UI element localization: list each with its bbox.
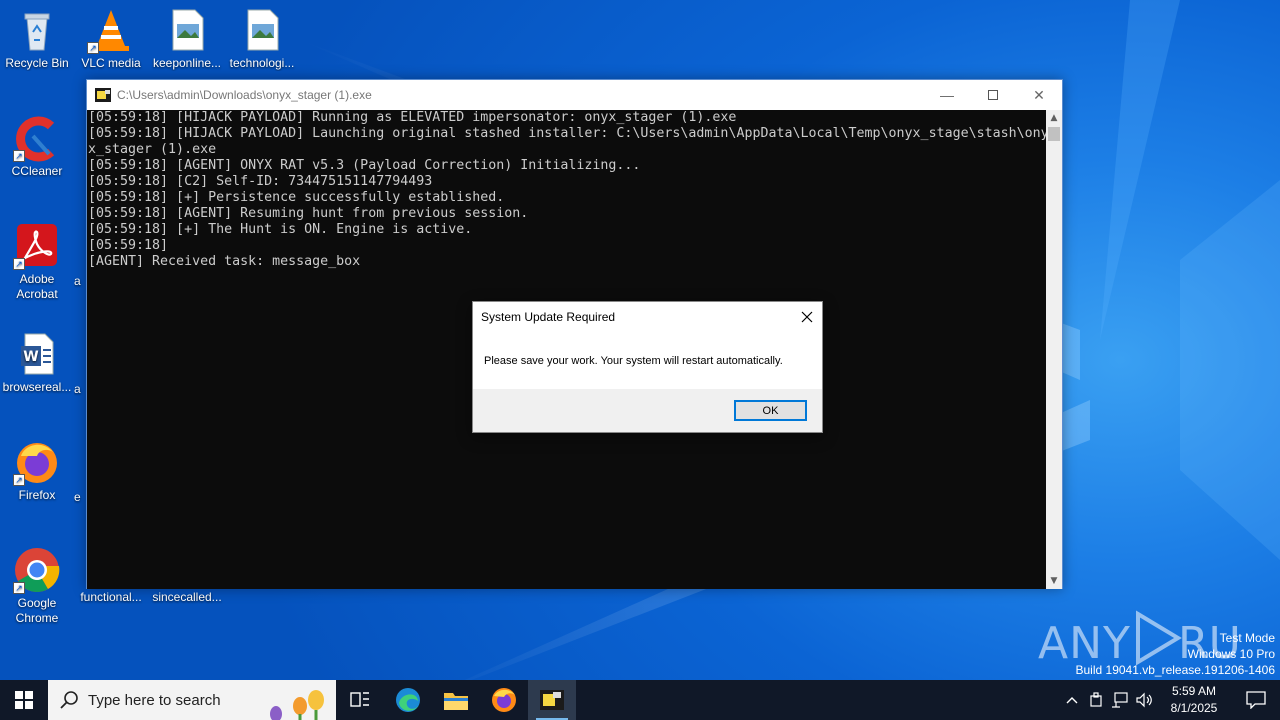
console-line: x_stager (1).exe bbox=[88, 142, 217, 157]
firefox-taskbar-button[interactable] bbox=[480, 680, 528, 720]
show-hidden-icons-button[interactable] bbox=[1060, 680, 1084, 720]
os-watermark: Test Mode Windows 10 Pro Build 19041.vb_… bbox=[1076, 630, 1276, 678]
console-app-icon bbox=[540, 690, 564, 710]
taskbar-search-box[interactable]: Type here to search bbox=[48, 680, 336, 720]
scroll-down-arrow-icon[interactable]: ▼ bbox=[1046, 573, 1062, 589]
firefox-icon bbox=[492, 688, 516, 712]
scroll-up-arrow-icon[interactable]: ▲ bbox=[1046, 110, 1062, 126]
folder-icon bbox=[444, 693, 468, 710]
watermark-line: Windows 10 Pro bbox=[1187, 647, 1275, 661]
desktop-icon-recycle-bin[interactable]: Recycle Bin bbox=[0, 6, 74, 71]
minimize-button[interactable]: — bbox=[924, 80, 970, 110]
action-center-button[interactable] bbox=[1232, 680, 1280, 720]
close-button[interactable]: ✕ bbox=[1016, 80, 1062, 110]
console-line: [05:59:18] [HIJACK PAYLOAD] Running as E… bbox=[88, 110, 737, 125]
console-line: [05:59:18] [AGENT] ONYX RAT v5.3 (Payloa… bbox=[88, 158, 641, 173]
console-line: [05:59:18] [+] Persistence successfully … bbox=[88, 190, 505, 205]
taskbar-clock[interactable]: 5:59 AM 8/1/2025 bbox=[1156, 683, 1232, 717]
word-document-icon: W bbox=[13, 330, 61, 378]
console-line: [05:59:18] bbox=[88, 238, 169, 253]
minimize-icon: — bbox=[940, 87, 954, 103]
start-button[interactable] bbox=[0, 680, 48, 720]
edge-icon bbox=[396, 688, 420, 712]
volume-button[interactable] bbox=[1132, 680, 1156, 720]
console-title-bar[interactable]: C:\Users\admin\Downloads\onyx_stager (1)… bbox=[87, 80, 1062, 110]
dialog-close-button[interactable] bbox=[796, 306, 818, 328]
shortcut-arrow-icon: ↗ bbox=[13, 150, 25, 162]
maximize-button[interactable] bbox=[970, 80, 1016, 110]
console-scrollbar[interactable]: ▲ ▼ bbox=[1046, 110, 1062, 589]
desktop-icon-ccleaner[interactable]: ↗ CCleaner bbox=[0, 114, 74, 179]
scroll-thumb[interactable] bbox=[1048, 127, 1060, 141]
ccleaner-icon: ↗ bbox=[13, 114, 61, 162]
desktop-icon-google-chrome[interactable]: ↗ Google Chrome bbox=[0, 546, 74, 626]
console-line: [05:59:18] [C2] Self-ID: 734475151147794… bbox=[88, 174, 433, 189]
clock-date: 8/1/2025 bbox=[1170, 701, 1218, 715]
image-file-icon bbox=[238, 6, 286, 54]
desktop: Recycle Bin ↗ CCleaner ↗ Adobe Acrobat W… bbox=[0, 0, 1280, 680]
shortcut-arrow-icon: ↗ bbox=[13, 258, 25, 270]
edge-taskbar-button[interactable] bbox=[384, 680, 432, 720]
console-line: [05:59:18] [+] The Hunt is ON. Engine is… bbox=[88, 222, 473, 237]
console-line: [AGENT] Received task: message_box bbox=[88, 254, 361, 269]
ok-button[interactable]: OK bbox=[734, 400, 807, 421]
console-line: [05:59:18] [AGENT] Resuming hunt from pr… bbox=[88, 206, 529, 221]
search-icon bbox=[60, 691, 78, 709]
clock-time: 5:59 AM bbox=[1171, 684, 1217, 698]
desktop-icon-keeponline[interactable]: keeponline... bbox=[150, 6, 224, 71]
desktop-icon-firefox[interactable]: ↗ Firefox bbox=[0, 438, 74, 503]
desktop-icon-functional[interactable]: functional... bbox=[74, 590, 148, 605]
console-taskbar-button[interactable] bbox=[528, 680, 576, 720]
console-title: C:\Users\admin\Downloads\onyx_stager (1)… bbox=[117, 88, 372, 102]
desktop-icon-browsereal[interactable]: W browsereal... bbox=[0, 330, 74, 395]
desktop-icon-adobe-acrobat[interactable]: ↗ Adobe Acrobat bbox=[0, 222, 74, 302]
search-placeholder: Type here to search bbox=[88, 691, 221, 709]
console-line: [05:59:18] [HIJACK PAYLOAD] Launching or… bbox=[88, 126, 1047, 141]
task-view-icon bbox=[350, 692, 369, 707]
watermark-line: Build 19041.vb_release.191206-1406 bbox=[1075, 663, 1276, 677]
tray-device-button[interactable] bbox=[1084, 680, 1108, 720]
recycle-bin-icon bbox=[13, 6, 61, 54]
svg-text:W: W bbox=[23, 349, 38, 365]
desktop-icon-vlc[interactable]: ↗ VLC media bbox=[74, 6, 148, 71]
shortcut-arrow-icon: ↗ bbox=[13, 582, 25, 594]
windows-logo-icon bbox=[15, 691, 33, 709]
adobe-acrobat-icon: ↗ bbox=[13, 222, 61, 270]
vlc-cone-icon: ↗ bbox=[87, 6, 135, 54]
system-tray: 5:59 AM 8/1/2025 bbox=[1060, 680, 1280, 720]
network-button[interactable] bbox=[1108, 680, 1132, 720]
dialog-footer: OK bbox=[473, 389, 822, 432]
chevron-up-icon bbox=[1066, 697, 1078, 704]
maximize-icon bbox=[988, 90, 998, 100]
speaker-icon bbox=[1136, 692, 1152, 708]
close-icon: ✕ bbox=[1033, 86, 1045, 103]
shortcut-arrow-icon: ↗ bbox=[13, 474, 25, 486]
dialog-message: Please save your work. Your system will … bbox=[484, 355, 783, 367]
close-icon bbox=[801, 311, 813, 323]
image-file-icon bbox=[163, 6, 211, 54]
network-icon bbox=[1112, 692, 1128, 708]
desktop-icon-technologi[interactable]: technologi... bbox=[225, 6, 299, 71]
chrome-icon: ↗ bbox=[13, 546, 61, 594]
firefox-icon: ↗ bbox=[13, 438, 61, 486]
file-explorer-taskbar-button[interactable] bbox=[432, 680, 480, 720]
flowers-illustration-icon bbox=[270, 690, 324, 720]
device-icon bbox=[1090, 692, 1102, 707]
message-box-dialog[interactable]: System Update Required Please save your … bbox=[472, 301, 823, 433]
task-view-button[interactable] bbox=[336, 680, 384, 720]
notification-icon bbox=[1246, 691, 1266, 709]
dialog-title: System Update Required bbox=[481, 310, 616, 324]
console-app-icon bbox=[95, 88, 111, 102]
desktop-icon-sincecalled[interactable]: sincecalled... bbox=[150, 590, 224, 605]
watermark-line: Test Mode bbox=[1219, 631, 1275, 645]
shortcut-arrow-icon: ↗ bbox=[87, 42, 99, 54]
taskbar: Type here to search 5:59 AM 8/1/2025 bbox=[0, 680, 1280, 720]
